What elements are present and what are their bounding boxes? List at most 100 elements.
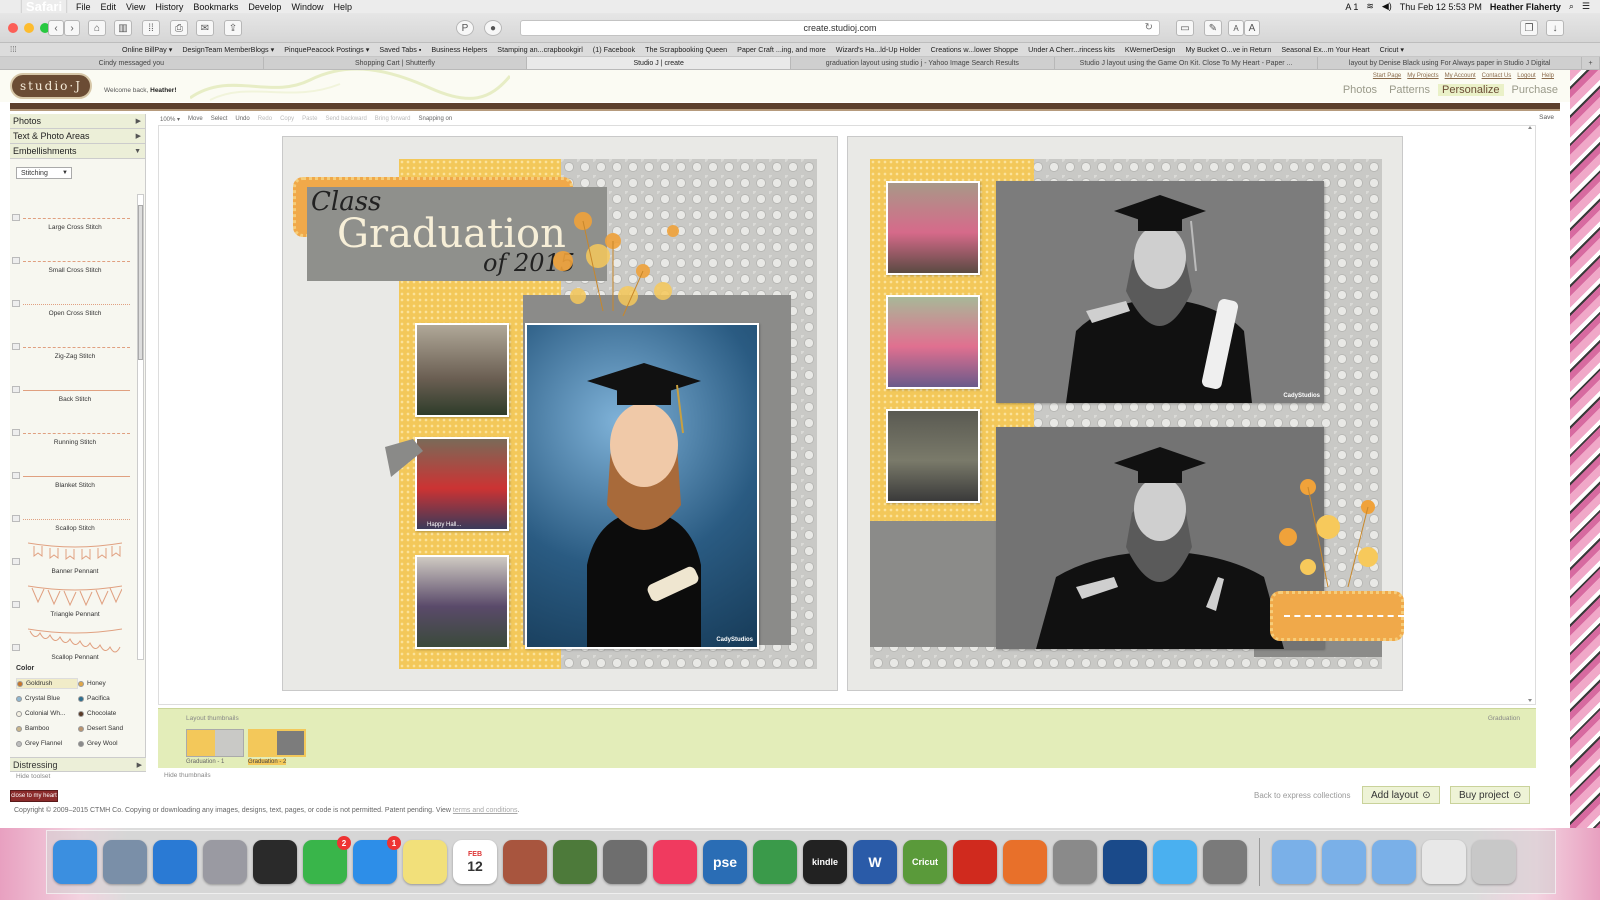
bookmark-item[interactable]: Saved Tabs ▪: [379, 45, 421, 54]
stitch-checkbox[interactable]: [12, 429, 20, 436]
spotlight-icon[interactable]: ⌕: [1569, 1, 1574, 12]
stitch-list-scrollbar[interactable]: [137, 194, 144, 660]
notes-icon[interactable]: [403, 840, 447, 884]
back-to-collections-link[interactable]: Back to express collections: [1254, 791, 1351, 800]
photo-slot[interactable]: [886, 295, 980, 389]
color-swatch-pacifica[interactable]: Pacifica: [78, 693, 140, 704]
app-store-icon[interactable]: 1: [353, 836, 401, 884]
tabs-overview-icon[interactable]: ❐: [1520, 20, 1538, 36]
browser-tab-active[interactable]: Studio J | create: [527, 57, 792, 69]
word-icon[interactable]: W: [853, 840, 897, 884]
cricut-icon[interactable]: Cricut: [903, 840, 947, 884]
scrollbar-thumb[interactable]: [138, 205, 143, 360]
add-layout-button[interactable]: Add layout ⊙: [1362, 786, 1440, 804]
bookmark-item[interactable]: Seasonal Ex...m Your Heart: [1281, 45, 1369, 54]
clock[interactable]: Thu Feb 12 5:53 PM: [1400, 2, 1482, 12]
bookmark-item[interactable]: Online BillPay ▾: [122, 45, 172, 54]
section-distressing[interactable]: Distressing ▶: [10, 757, 146, 772]
hide-thumbnails-link[interactable]: Hide thumbnails: [164, 772, 211, 779]
stitch-checkbox[interactable]: [12, 214, 20, 221]
finder-icon[interactable]: [53, 840, 97, 884]
browser-tab[interactable]: Cindy messaged you: [0, 57, 264, 69]
photo-slot[interactable]: Happy Hall...: [415, 437, 509, 531]
back-button[interactable]: ‹: [48, 20, 64, 36]
stitch-checkbox[interactable]: [12, 386, 20, 393]
stitch-item[interactable]: Open Cross Stitch: [10, 280, 136, 323]
menu-view[interactable]: View: [126, 2, 145, 12]
color-swatch-desert-sand[interactable]: Desert Sand: [78, 723, 140, 734]
menu-bookmarks[interactable]: Bookmarks: [193, 2, 238, 12]
color-swatch-goldrush[interactable]: Goldrush: [16, 678, 78, 689]
color-swatch-crystal-blue[interactable]: Crystal Blue: [16, 693, 78, 704]
browser-tab[interactable]: Shopping Cart | Shutterfly: [264, 57, 528, 69]
sidebar-icon[interactable]: ▥: [114, 20, 132, 36]
share-icon[interactable]: ⇪: [224, 20, 242, 36]
menu-help[interactable]: Help: [333, 2, 352, 12]
stitch-item[interactable]: Large Cross Stitch: [10, 194, 136, 237]
home-icon[interactable]: ⌂: [88, 20, 106, 36]
photo-booth-icon[interactable]: [253, 840, 297, 884]
browser-tab[interactable]: graduation layout using studio j - Yahoo…: [791, 57, 1055, 69]
stitch-checkbox[interactable]: [12, 644, 20, 651]
annotate-icon[interactable]: ✎: [1204, 20, 1222, 36]
photo-slot[interactable]: [886, 409, 980, 503]
messages-icon[interactable]: [1153, 840, 1197, 884]
firefox-icon[interactable]: [1003, 840, 1047, 884]
embellishment-type-select[interactable]: Stitching ▼: [16, 167, 72, 179]
layout-thumbnail-2[interactable]: [248, 729, 306, 757]
section-embellishments[interactable]: Embellishments ▼: [10, 144, 145, 159]
browser-tab[interactable]: Studio J layout using the Game On Kit. C…: [1055, 57, 1319, 69]
studio-j-logo[interactable]: studio·J: [10, 73, 92, 99]
bookmark-item[interactable]: Cricut ▾: [1380, 45, 1404, 54]
address-bar[interactable]: create.studioj.com ↻: [520, 20, 1160, 36]
undo-button[interactable]: Undo: [235, 116, 249, 122]
stitch-item[interactable]: Banner Pennant: [10, 538, 136, 581]
color-swatch-colonial-white[interactable]: Colonial Wh...: [16, 708, 78, 719]
link-start-page[interactable]: Start Page: [1373, 73, 1401, 79]
stitch-item[interactable]: Scallop Pennant: [10, 624, 136, 667]
copy-button[interactable]: Copy: [280, 116, 294, 122]
system-prefs-icon[interactable]: [603, 840, 647, 884]
layout-page-left[interactable]: Class Graduation of 2015 Happy Hall... C…: [282, 136, 838, 691]
reload-icon[interactable]: ↻: [1145, 22, 1153, 33]
color-swatch-grey-flannel[interactable]: Grey Flannel: [16, 738, 78, 749]
stitch-item[interactable]: Back Stitch: [10, 366, 136, 409]
save-button[interactable]: Save: [1539, 114, 1554, 121]
stitch-checkbox[interactable]: [12, 343, 20, 350]
close-to-my-heart-logo[interactable]: close to my heart: [10, 790, 58, 802]
reader-icon[interactable]: ▭: [1176, 20, 1194, 36]
bookmark-item[interactable]: The Scrapbooking Queen: [645, 45, 727, 54]
redo-button[interactable]: Redo: [258, 116, 272, 122]
bring-forward-button[interactable]: Bring forward: [375, 116, 411, 122]
section-photos[interactable]: Photos ▶: [10, 114, 145, 129]
photo-slot[interactable]: [415, 555, 509, 649]
color-swatch-chocolate[interactable]: Chocolate: [78, 708, 140, 719]
menu-window[interactable]: Window: [291, 2, 323, 12]
downloads-folder-icon[interactable]: [1322, 840, 1366, 884]
link-my-projects[interactable]: My Projects: [1407, 73, 1438, 79]
stitch-checkbox[interactable]: [12, 601, 20, 608]
bookmark-item[interactable]: DesignTeam MemberBlogs ▾: [182, 45, 274, 54]
show-all-bookmarks-icon[interactable]: ⁞⁞⁞: [10, 45, 17, 54]
itunes-icon[interactable]: [653, 840, 697, 884]
printer-icon[interactable]: [1203, 840, 1247, 884]
bookmark-item[interactable]: (1) Facebook: [593, 45, 635, 54]
iphoto-icon[interactable]: [553, 840, 597, 884]
move-tool[interactable]: Move: [188, 116, 203, 122]
link-help[interactable]: Help: [1542, 73, 1554, 79]
layout-thumbnail-1[interactable]: [186, 729, 244, 757]
stitch-checkbox[interactable]: [12, 300, 20, 307]
trash-icon[interactable]: [1472, 840, 1516, 884]
bookmark-item[interactable]: Stamping an...crapbookgirl: [497, 45, 583, 54]
extension-icon[interactable]: ●: [484, 20, 502, 36]
wifi-icon[interactable]: ≋: [1366, 1, 1374, 12]
facetime-icon[interactable]: 2: [303, 836, 351, 884]
bookmark-item[interactable]: Wizard's Ha...ld-Up Holder: [836, 45, 921, 54]
menu-develop[interactable]: Develop: [248, 2, 281, 12]
photo-stack-icon[interactable]: [503, 840, 547, 884]
layout-page-right[interactable]: CadyStudios: [847, 136, 1404, 691]
xcode-icon[interactable]: [1103, 840, 1147, 884]
stitch-item[interactable]: Small Cross Stitch: [10, 237, 136, 280]
nav-patterns[interactable]: Patterns: [1385, 84, 1434, 96]
forward-button[interactable]: ›: [64, 20, 80, 36]
